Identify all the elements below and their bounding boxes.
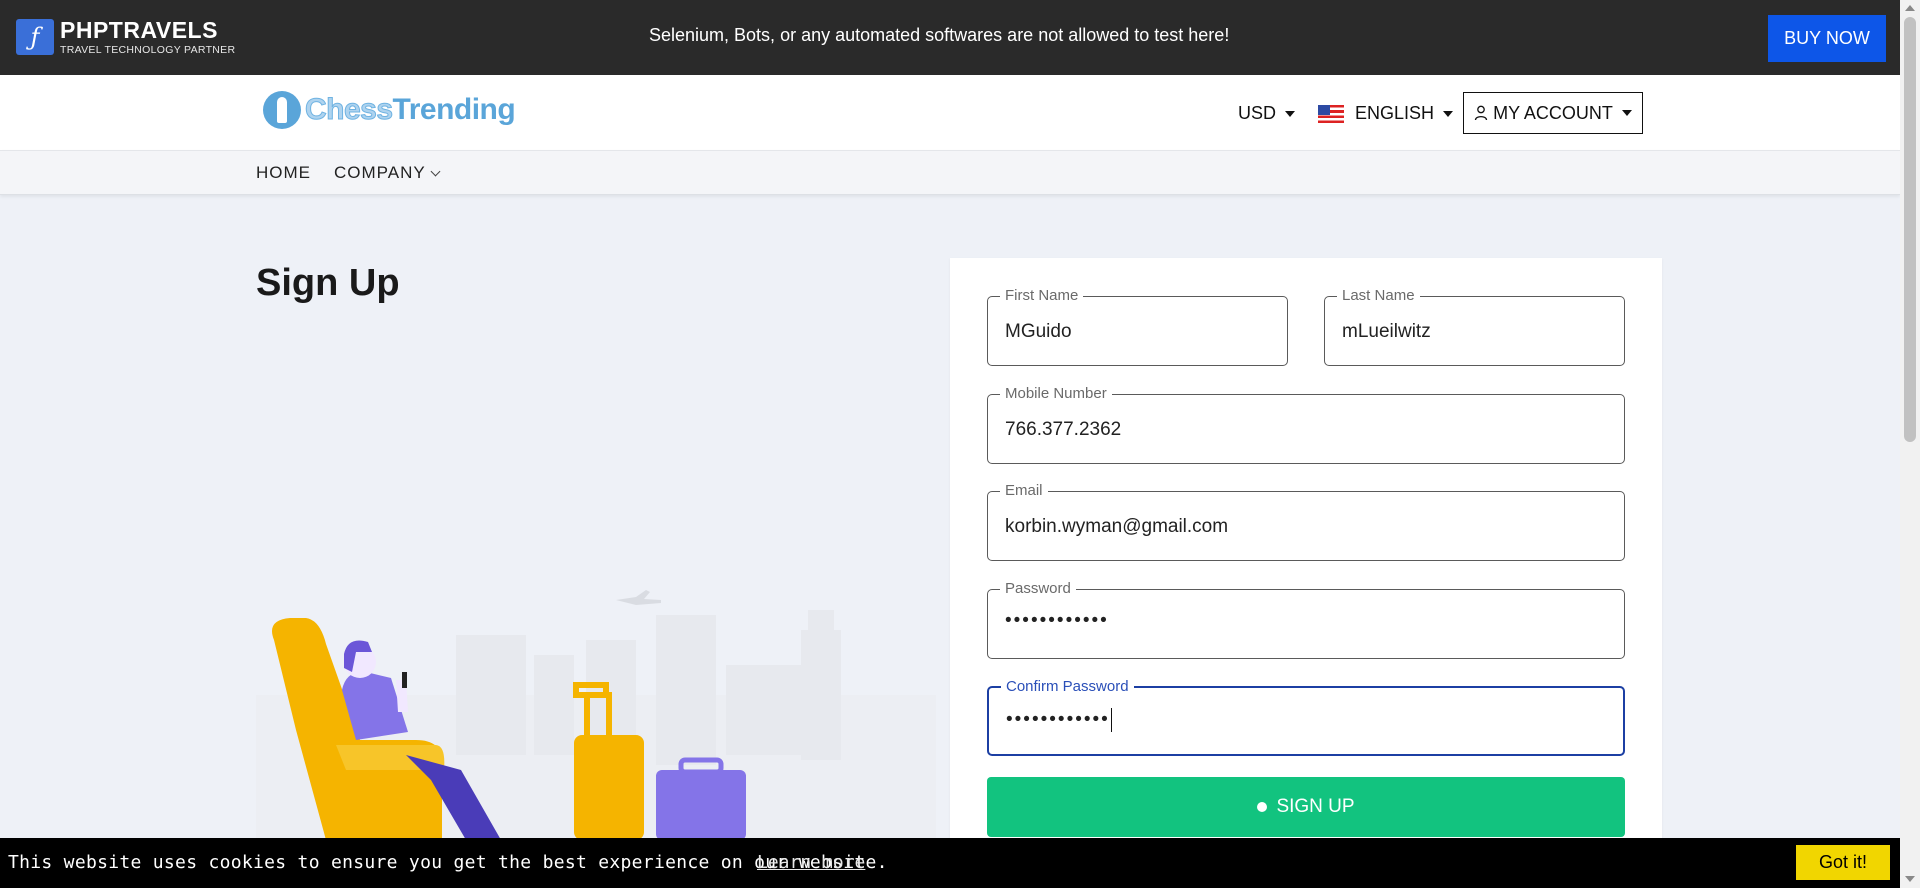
scroll-up-icon[interactable] [1905, 5, 1915, 11]
automation-notice: Selenium, Bots, or any automated softwar… [649, 25, 1230, 45]
brand-tagline: TRAVEL TECHNOLOGY PARTNER [60, 44, 236, 56]
confirm-password-label: Confirm Password [1001, 678, 1134, 695]
sign-up-button[interactable]: SIGN UP [987, 777, 1625, 837]
top-bar: ƒ PHPTRAVELS TRAVEL TECHNOLOGY PARTNER S… [0, 0, 1900, 75]
page-scrollbar[interactable] [1900, 0, 1920, 888]
mobile-number-field[interactable]: Mobile Number 766.377.2362 [987, 385, 1625, 464]
us-flag-icon [1318, 104, 1344, 123]
currency-dropdown[interactable]: USD [1238, 103, 1296, 124]
nav-home[interactable]: HOME [256, 163, 311, 183]
nav-company[interactable]: COMPANY [334, 163, 441, 183]
chesstrending-logo-icon [263, 91, 301, 129]
password-label: Password [1000, 580, 1076, 597]
sign-up-label: SIGN UP [1276, 796, 1355, 817]
phptravels-brand[interactable]: ƒ PHPTRAVELS TRAVEL TECHNOLOGY PARTNER [16, 19, 235, 56]
caret-down-icon [1285, 110, 1296, 117]
password-value: •••••••••••• [1005, 610, 1109, 631]
my-account-dropdown[interactable]: MY ACCOUNT [1463, 92, 1643, 134]
learn-more-link[interactable]: Learn more [757, 852, 865, 873]
last-name-value: mLueilwitz [1342, 321, 1431, 342]
logo-text-chess: Chess [305, 93, 394, 127]
buy-now-button[interactable]: BUY NOW [1768, 15, 1886, 62]
brand-name: PHPTRAVELS [60, 17, 218, 43]
main-nav: HOME COMPANY [0, 150, 1900, 195]
nav-company-label: COMPANY [334, 163, 426, 182]
loading-dot-icon [1257, 802, 1268, 812]
currency-label: USD [1238, 103, 1277, 123]
traveler-illustration [256, 590, 936, 840]
page-title: Sign Up [256, 262, 400, 304]
got-it-button[interactable]: Got it! [1796, 845, 1890, 880]
phptravels-logo-icon: ƒ [16, 19, 54, 56]
email-value: korbin.wyman@gmail.com [1005, 516, 1229, 537]
chevron-down-icon [430, 166, 441, 177]
scroll-thumb[interactable] [1904, 17, 1916, 442]
email-field[interactable]: Email korbin.wyman@gmail.com [987, 482, 1625, 561]
confirm-password-value: •••••••••••• [1006, 709, 1110, 731]
confirm-password-field[interactable]: Confirm Password •••••••••••• [987, 678, 1625, 756]
email-label: Email [1000, 482, 1048, 499]
first-name-label: First Name [1000, 287, 1084, 304]
language-label: ENGLISH [1355, 103, 1435, 123]
mobile-number-label: Mobile Number [1000, 385, 1112, 402]
password-field[interactable]: Password •••••••••••• [987, 580, 1625, 659]
chesstrending-logo[interactable]: ChessTrending [263, 91, 516, 129]
user-icon [1475, 105, 1488, 121]
cookie-message: This website uses cookies to ensure you … [8, 852, 888, 873]
language-dropdown[interactable]: ENGLISH [1318, 103, 1454, 124]
signup-form: First Name MGuido Last Name mLueilwitz M… [950, 258, 1662, 888]
last-name-field[interactable]: Last Name mLueilwitz [1324, 287, 1625, 366]
mobile-number-value: 766.377.2362 [1005, 419, 1122, 440]
caret-down-icon [1443, 110, 1454, 117]
scroll-down-icon[interactable] [1905, 876, 1915, 882]
last-name-label: Last Name [1337, 287, 1420, 304]
logo-text-trending: Trending [392, 93, 516, 126]
caret-down-icon [1621, 110, 1632, 116]
first-name-value: MGuido [1005, 321, 1072, 342]
first-name-field[interactable]: First Name MGuido [987, 287, 1288, 366]
text-cursor [1110, 708, 1113, 732]
cookie-banner: This website uses cookies to ensure you … [0, 838, 1900, 888]
my-account-label: MY ACCOUNT [1493, 102, 1613, 123]
